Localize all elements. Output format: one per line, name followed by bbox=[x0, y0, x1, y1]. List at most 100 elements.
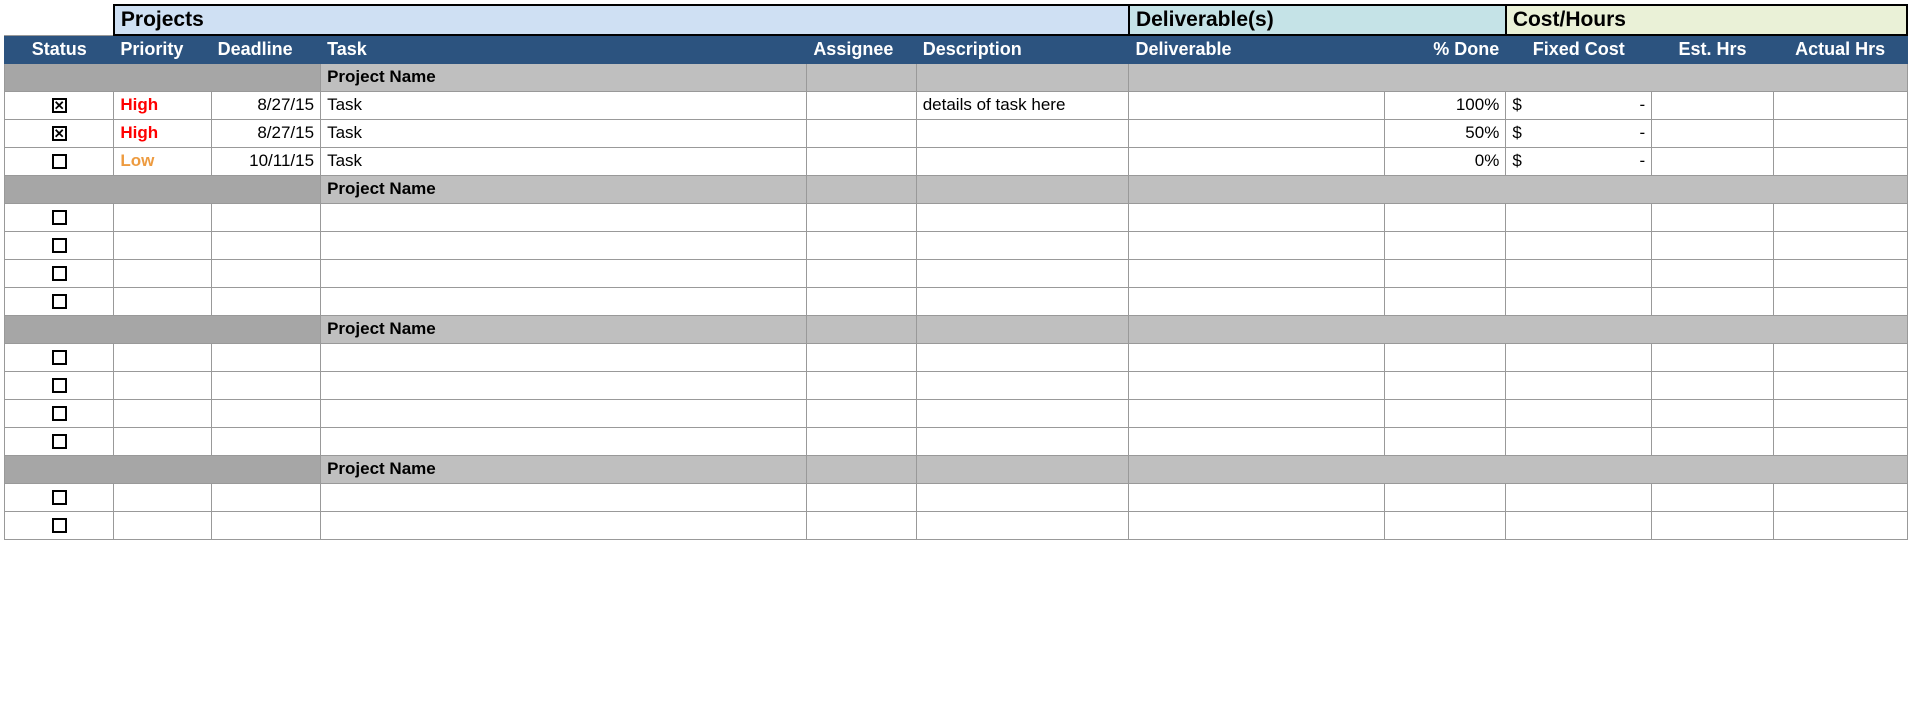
cell-est-hrs[interactable] bbox=[1652, 343, 1774, 371]
cell-deliverable[interactable] bbox=[1129, 427, 1384, 455]
cell-deliverable[interactable] bbox=[1129, 147, 1384, 175]
cell-status[interactable] bbox=[5, 231, 114, 259]
cell-deliverable[interactable] bbox=[1129, 91, 1384, 119]
cell-actual-hrs[interactable] bbox=[1773, 259, 1907, 287]
cell-status[interactable] bbox=[5, 343, 114, 371]
cell-status[interactable] bbox=[5, 287, 114, 315]
cell-deliverable[interactable] bbox=[1129, 511, 1384, 539]
cell-status[interactable] bbox=[5, 203, 114, 231]
cell-priority[interactable] bbox=[114, 231, 211, 259]
cell-deliverable[interactable] bbox=[1129, 203, 1384, 231]
cell-fixed-cost[interactable] bbox=[1506, 231, 1652, 259]
cell-deadline[interactable] bbox=[211, 511, 320, 539]
cell-priority[interactable] bbox=[114, 343, 211, 371]
cell-priority[interactable] bbox=[114, 287, 211, 315]
group-name[interactable]: Project Name bbox=[321, 63, 807, 91]
cell-priority[interactable] bbox=[114, 371, 211, 399]
cell-deliverable[interactable] bbox=[1129, 399, 1384, 427]
cell-actual-hrs[interactable] bbox=[1773, 343, 1907, 371]
checkbox-empty-icon[interactable] bbox=[52, 210, 67, 225]
checkbox-empty-icon[interactable] bbox=[52, 266, 67, 281]
cell-est-hrs[interactable] bbox=[1652, 231, 1774, 259]
cell-status[interactable] bbox=[5, 371, 114, 399]
cell-description[interactable] bbox=[916, 119, 1129, 147]
cell-task[interactable] bbox=[321, 399, 807, 427]
checkbox-empty-icon[interactable] bbox=[52, 434, 67, 449]
cell-pct-done[interactable] bbox=[1384, 399, 1506, 427]
cell-assignee[interactable] bbox=[807, 231, 916, 259]
cell-priority[interactable]: High bbox=[114, 91, 211, 119]
cell-deadline[interactable] bbox=[211, 483, 320, 511]
cell-description[interactable] bbox=[916, 371, 1129, 399]
cell-description[interactable] bbox=[916, 483, 1129, 511]
cell-task[interactable] bbox=[321, 483, 807, 511]
cell-status[interactable]: ✕ bbox=[5, 91, 114, 119]
cell-assignee[interactable] bbox=[807, 343, 916, 371]
checkbox-empty-icon[interactable] bbox=[52, 238, 67, 253]
cell-task[interactable] bbox=[321, 203, 807, 231]
cell-priority[interactable] bbox=[114, 511, 211, 539]
cell-pct-done[interactable] bbox=[1384, 203, 1506, 231]
cell-task[interactable]: Task bbox=[321, 119, 807, 147]
cell-status[interactable] bbox=[5, 511, 114, 539]
cell-fixed-cost[interactable]: $- bbox=[1506, 91, 1652, 119]
cell-assignee[interactable] bbox=[807, 427, 916, 455]
cell-priority[interactable] bbox=[114, 203, 211, 231]
cell-status[interactable] bbox=[5, 147, 114, 175]
cell-pct-done[interactable] bbox=[1384, 343, 1506, 371]
cell-pct-done[interactable] bbox=[1384, 483, 1506, 511]
cell-fixed-cost[interactable] bbox=[1506, 427, 1652, 455]
checkbox-empty-icon[interactable] bbox=[52, 154, 67, 169]
cell-actual-hrs[interactable] bbox=[1773, 427, 1907, 455]
group-name[interactable]: Project Name bbox=[321, 455, 807, 483]
cell-description[interactable] bbox=[916, 203, 1129, 231]
cell-task[interactable]: Task bbox=[321, 91, 807, 119]
cell-description[interactable] bbox=[916, 231, 1129, 259]
cell-pct-done[interactable] bbox=[1384, 511, 1506, 539]
cell-fixed-cost[interactable] bbox=[1506, 203, 1652, 231]
cell-fixed-cost[interactable] bbox=[1506, 287, 1652, 315]
cell-deadline[interactable] bbox=[211, 231, 320, 259]
cell-deliverable[interactable] bbox=[1129, 231, 1384, 259]
cell-assignee[interactable] bbox=[807, 399, 916, 427]
cell-deadline[interactable] bbox=[211, 287, 320, 315]
cell-task[interactable] bbox=[321, 259, 807, 287]
project-spreadsheet[interactable]: Projects Deliverable(s) Cost/Hours Statu… bbox=[4, 4, 1908, 540]
checkbox-empty-icon[interactable] bbox=[52, 406, 67, 421]
cell-fixed-cost[interactable] bbox=[1506, 511, 1652, 539]
cell-deadline[interactable] bbox=[211, 399, 320, 427]
cell-fixed-cost[interactable]: $- bbox=[1506, 119, 1652, 147]
cell-actual-hrs[interactable] bbox=[1773, 91, 1907, 119]
cell-pct-done[interactable]: 100% bbox=[1384, 91, 1506, 119]
cell-task[interactable] bbox=[321, 343, 807, 371]
cell-deadline[interactable] bbox=[211, 371, 320, 399]
cell-description[interactable] bbox=[916, 343, 1129, 371]
cell-deliverable[interactable] bbox=[1129, 287, 1384, 315]
cell-pct-done[interactable] bbox=[1384, 259, 1506, 287]
cell-deadline[interactable]: 10/11/15 bbox=[211, 147, 320, 175]
cell-deadline[interactable]: 8/27/15 bbox=[211, 119, 320, 147]
cell-actual-hrs[interactable] bbox=[1773, 203, 1907, 231]
cell-description[interactable] bbox=[916, 427, 1129, 455]
cell-est-hrs[interactable] bbox=[1652, 203, 1774, 231]
cell-actual-hrs[interactable] bbox=[1773, 119, 1907, 147]
cell-assignee[interactable] bbox=[807, 91, 916, 119]
checkbox-empty-icon[interactable] bbox=[52, 350, 67, 365]
checkbox-empty-icon[interactable] bbox=[52, 294, 67, 309]
cell-est-hrs[interactable] bbox=[1652, 119, 1774, 147]
cell-est-hrs[interactable] bbox=[1652, 287, 1774, 315]
cell-est-hrs[interactable] bbox=[1652, 259, 1774, 287]
cell-est-hrs[interactable] bbox=[1652, 91, 1774, 119]
cell-task[interactable] bbox=[321, 287, 807, 315]
cell-fixed-cost[interactable]: $- bbox=[1506, 147, 1652, 175]
cell-pct-done[interactable] bbox=[1384, 287, 1506, 315]
cell-actual-hrs[interactable] bbox=[1773, 371, 1907, 399]
cell-task[interactable] bbox=[321, 371, 807, 399]
cell-est-hrs[interactable] bbox=[1652, 511, 1774, 539]
cell-description[interactable] bbox=[916, 511, 1129, 539]
cell-fixed-cost[interactable] bbox=[1506, 343, 1652, 371]
group-name[interactable]: Project Name bbox=[321, 315, 807, 343]
cell-priority[interactable] bbox=[114, 259, 211, 287]
cell-description[interactable] bbox=[916, 259, 1129, 287]
cell-actual-hrs[interactable] bbox=[1773, 483, 1907, 511]
